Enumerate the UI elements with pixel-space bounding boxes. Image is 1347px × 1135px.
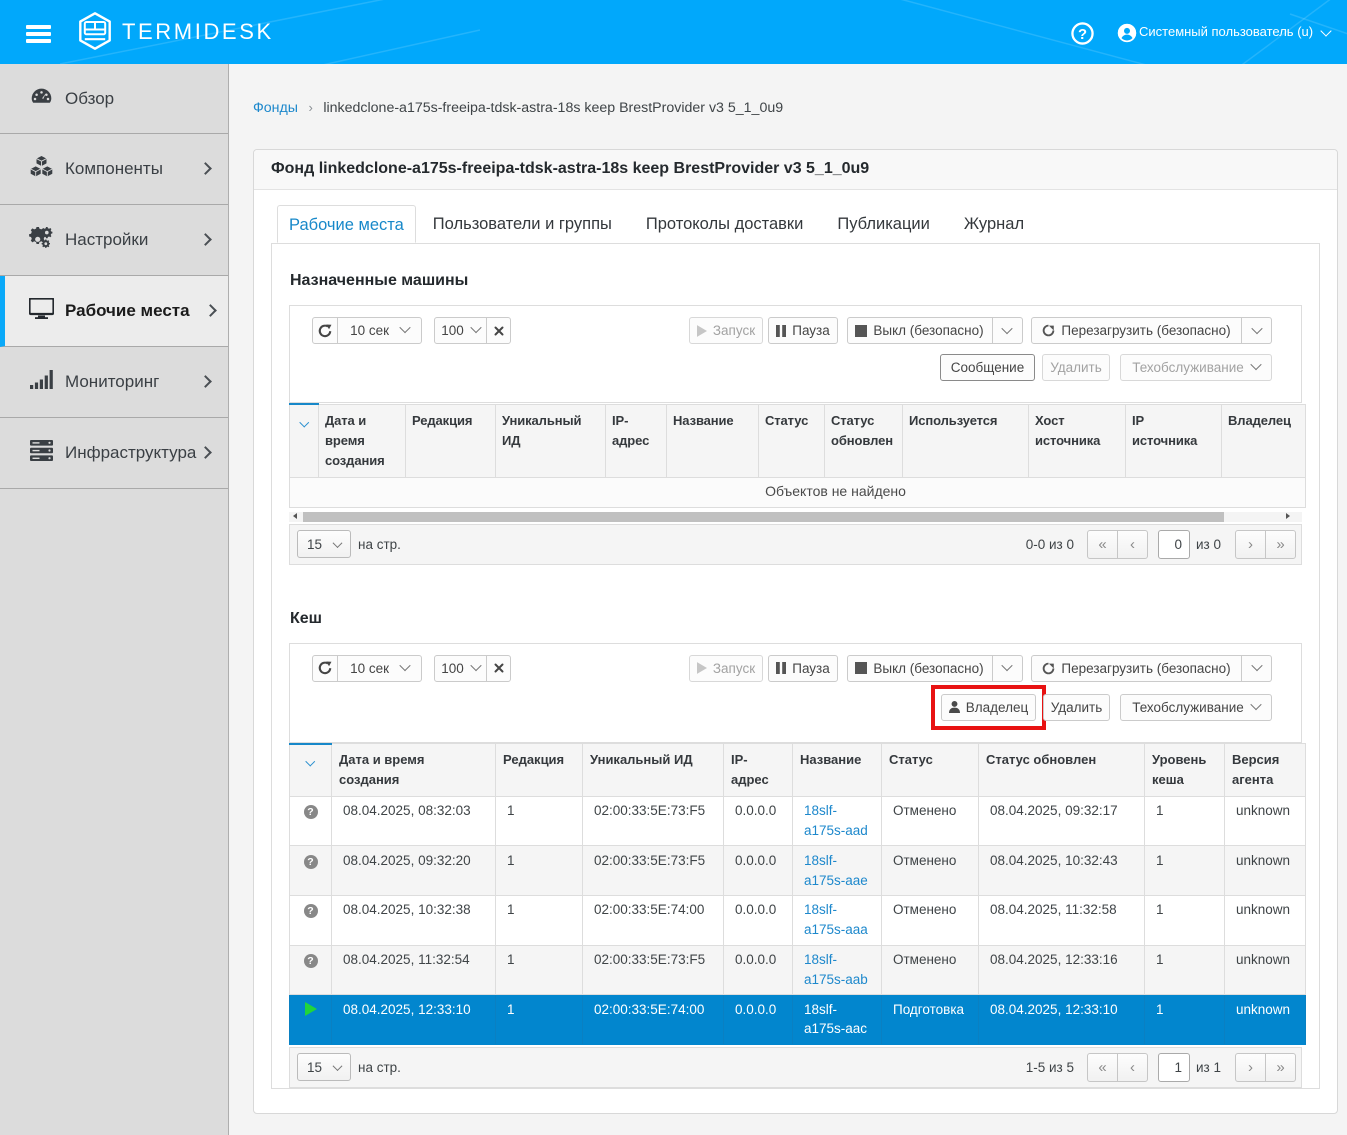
svg-text:?: ? — [1078, 27, 1087, 43]
